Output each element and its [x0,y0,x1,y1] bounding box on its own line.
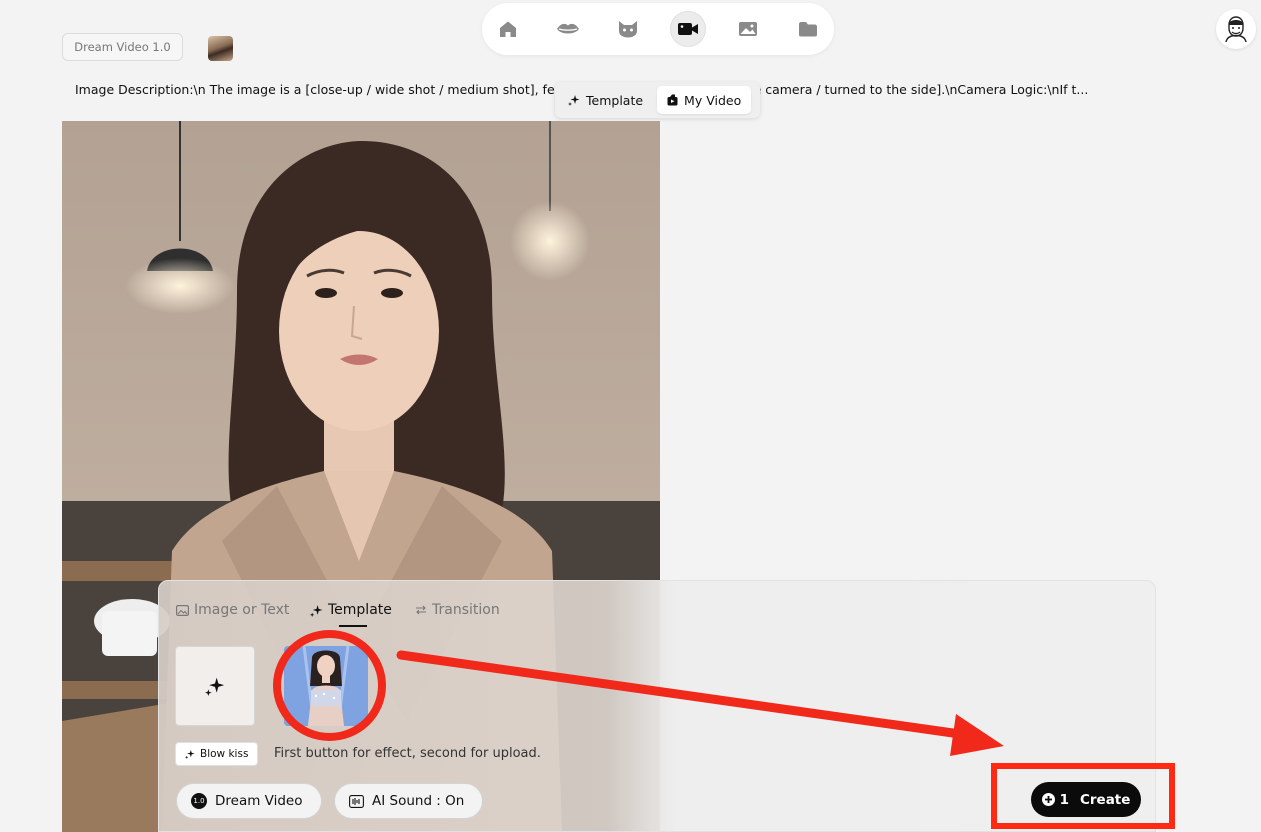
annotation-circle [273,630,386,741]
tab-template[interactable]: Template [310,602,392,618]
user-avatar-icon[interactable] [1216,9,1256,49]
image-icon [176,604,189,616]
tab-transition-label: Transition [432,602,500,618]
model-select-label: Dream Video [215,793,303,809]
mode-my-video-label: My Video [684,92,742,108]
tab-image-or-text[interactable]: Image or Text [176,602,289,618]
video-file-icon [667,94,678,106]
sparkle-icon [205,677,225,696]
mode-template-option[interactable]: Template [558,86,653,114]
model-version-chip[interactable]: Dream Video 1.0 [62,33,183,61]
annotation-rectangle [991,763,1175,829]
selected-effect-chip[interactable]: Blow kiss [175,742,258,766]
home-icon[interactable] [493,14,523,44]
tab-transition[interactable]: Transition [415,602,500,618]
sparkle-icon [185,749,195,759]
tab-template-label: Template [328,602,392,618]
active-tab-indicator [339,625,367,627]
folder-icon[interactable] [793,14,823,44]
sparkle-icon [568,95,580,106]
cat-icon[interactable] [613,14,643,44]
mode-toggle: Template My Video [555,82,760,118]
sparkle-icon [310,604,323,617]
mode-my-video-option[interactable]: My Video [657,86,752,114]
model-select-pill[interactable]: 1.0 Dream Video [176,783,322,819]
video-camera-icon[interactable] [670,11,706,47]
top-nav [482,3,834,55]
image-icon[interactable] [733,14,763,44]
lips-icon[interactable] [553,14,583,44]
tab-image-or-text-label: Image or Text [194,602,290,618]
source-image-thumbnail[interactable] [208,36,233,61]
model-version-badge: 1.0 [191,793,207,809]
sound-wave-icon [349,794,364,808]
swap-icon [416,605,426,615]
selected-effect-label: Blow kiss [200,748,249,760]
ai-sound-label: AI Sound : On [372,793,465,809]
annotation-arrow [396,650,1004,756]
effect-select-button[interactable] [175,646,255,726]
mode-template-label: Template [586,92,644,108]
ai-sound-toggle[interactable]: AI Sound : On [334,783,483,819]
